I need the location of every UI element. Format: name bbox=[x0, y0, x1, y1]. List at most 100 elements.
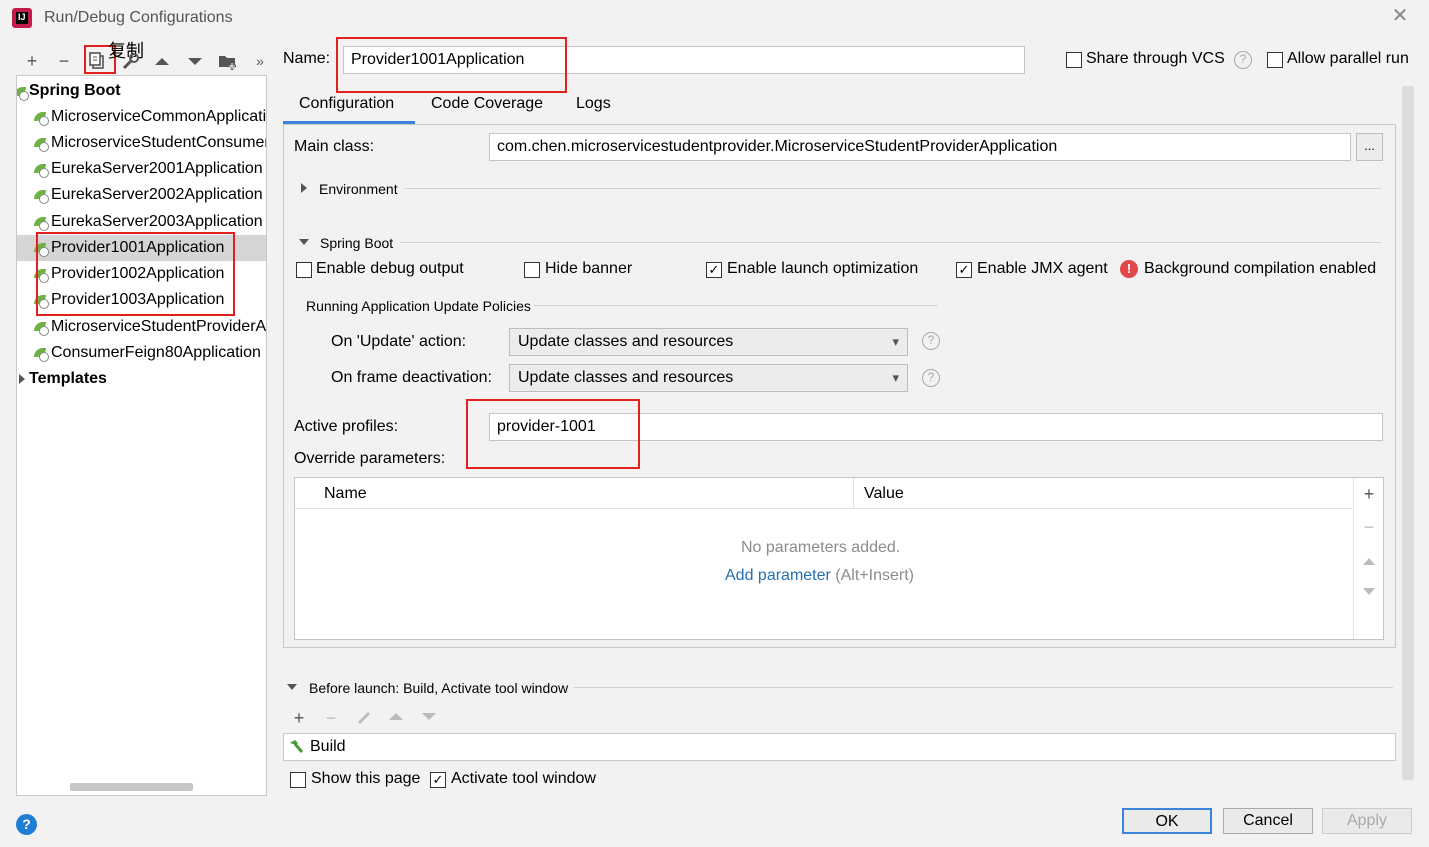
main-class-label: Main class: bbox=[294, 138, 375, 155]
column-divider bbox=[853, 478, 854, 508]
minus-icon[interactable]: − bbox=[53, 50, 75, 72]
folder-add-icon[interactable] bbox=[217, 50, 239, 72]
intellij-app-icon: IJ bbox=[12, 8, 32, 28]
on-update-select[interactable]: Update classes and resources ▾ bbox=[509, 328, 908, 356]
help-button[interactable]: ? bbox=[16, 814, 37, 835]
tree-group-spring-boot[interactable]: Spring Boot bbox=[17, 78, 266, 104]
edit-task-icon[interactable] bbox=[353, 707, 375, 729]
remove-row-icon[interactable]: − bbox=[1354, 513, 1384, 541]
divider bbox=[400, 242, 1381, 243]
build-task[interactable]: Build bbox=[310, 738, 346, 756]
jmx-agent-checkbox[interactable]: ✓ bbox=[956, 262, 972, 278]
background-compilation-label: Background compilation enabled bbox=[1144, 260, 1377, 277]
add-task-icon[interactable]: + bbox=[288, 707, 310, 729]
add-row-icon[interactable]: + bbox=[1354, 480, 1384, 508]
spring-boot-icon bbox=[17, 85, 29, 101]
move-up-icon[interactable] bbox=[1354, 546, 1384, 574]
override-parameters-table[interactable]: Name Value No parameters added. Add para… bbox=[294, 477, 1384, 640]
table-side-toolbar: + − bbox=[1353, 478, 1383, 639]
divider bbox=[404, 188, 1381, 189]
close-icon[interactable]: ✕ bbox=[1390, 6, 1410, 26]
no-parameters-text: No parameters added. bbox=[741, 539, 901, 556]
tab-code-coverage[interactable]: Code Coverage bbox=[431, 92, 543, 124]
active-profiles-highlight-box bbox=[466, 399, 640, 469]
on-frame-select[interactable]: Update classes and resources ▾ bbox=[509, 364, 908, 392]
tree-item[interactable]: EurekaServer2001Application bbox=[17, 156, 266, 182]
providers-highlight-box bbox=[36, 232, 235, 316]
tab-logs[interactable]: Logs bbox=[576, 92, 611, 124]
policies-section-label: Running Application Update Policies bbox=[306, 298, 531, 314]
on-frame-label: On frame deactivation: bbox=[331, 369, 492, 386]
move-down-icon[interactable] bbox=[1354, 577, 1384, 605]
ok-button[interactable]: OK bbox=[1122, 808, 1212, 834]
spring-boot-icon bbox=[33, 136, 49, 152]
allow-parallel-checkbox[interactable] bbox=[1267, 52, 1283, 68]
plus-icon[interactable]: + bbox=[21, 50, 43, 72]
wrench-icon[interactable] bbox=[120, 50, 142, 72]
window-title: Run/Debug Configurations bbox=[44, 9, 233, 26]
tree-horizontal-scrollbar[interactable] bbox=[70, 783, 193, 791]
task-up-icon[interactable] bbox=[385, 707, 407, 729]
on-update-label: On 'Update' action: bbox=[331, 333, 467, 350]
active-profiles-label: Active profiles: bbox=[294, 418, 399, 435]
apply-button[interactable]: Apply bbox=[1322, 808, 1412, 834]
spring-boot-icon bbox=[33, 320, 49, 336]
tree-item[interactable]: MicroserviceStudentConsumerApplication bbox=[17, 130, 266, 156]
tree-item[interactable]: MicroserviceStudentProviderApplication bbox=[17, 314, 266, 340]
share-vcs-checkbox[interactable] bbox=[1066, 52, 1082, 68]
tab-configuration[interactable]: Configuration bbox=[299, 92, 394, 124]
activate-tool-window-label: Activate tool window bbox=[451, 770, 596, 787]
chevron-down-icon: ▾ bbox=[892, 370, 899, 385]
task-down-icon[interactable] bbox=[418, 707, 440, 729]
chevron-down-icon: ▾ bbox=[892, 334, 899, 349]
vertical-scrollbar[interactable] bbox=[1402, 86, 1414, 780]
hide-banner-label: Hide banner bbox=[545, 260, 633, 277]
environment-expand-icon[interactable] bbox=[301, 183, 307, 193]
remove-task-icon[interactable]: − bbox=[320, 707, 342, 729]
enable-debug-checkbox[interactable] bbox=[296, 262, 312, 278]
browse-main-class-button[interactable]: ... bbox=[1356, 133, 1383, 161]
environment-section-label[interactable]: Environment bbox=[319, 181, 398, 197]
show-page-label: Show this page bbox=[311, 770, 421, 787]
arrow-up-icon[interactable] bbox=[151, 50, 173, 72]
launch-optimization-checkbox[interactable]: ✓ bbox=[706, 262, 722, 278]
add-parameter-row: Add parameter (Alt+Insert) bbox=[725, 567, 914, 585]
name-label: Name: bbox=[283, 50, 331, 67]
main-class-input[interactable]: com.chen.microservicestudentprovider.Mic… bbox=[489, 133, 1351, 161]
help-icon[interactable]: ? bbox=[1234, 51, 1252, 69]
hide-banner-checkbox[interactable] bbox=[524, 262, 540, 278]
expand-arrow-icon[interactable] bbox=[19, 374, 25, 384]
show-page-checkbox[interactable] bbox=[290, 772, 306, 788]
activate-tool-window-checkbox[interactable]: ✓ bbox=[430, 772, 446, 788]
column-name-header[interactable]: Name bbox=[324, 485, 367, 503]
tree-item[interactable]: ConsumerFeign80Application bbox=[17, 340, 266, 366]
spring-boot-icon bbox=[33, 162, 49, 178]
spring-boot-collapse-icon[interactable] bbox=[299, 239, 309, 245]
spring-boot-section-label[interactable]: Spring Boot bbox=[320, 235, 393, 251]
divider bbox=[534, 305, 938, 306]
column-value-header[interactable]: Value bbox=[864, 485, 904, 503]
tree-item[interactable]: MicroserviceCommonApplication bbox=[17, 104, 266, 130]
share-vcs-label: Share through VCS bbox=[1086, 50, 1225, 67]
allow-parallel-label: Allow parallel run bbox=[1287, 50, 1409, 67]
tree-item[interactable]: EurekaServer2002Application bbox=[17, 182, 266, 208]
more-icon[interactable]: » bbox=[249, 50, 271, 72]
tree-group-templates[interactable]: Templates bbox=[17, 366, 266, 392]
error-icon: ! bbox=[1120, 260, 1138, 278]
before-launch-collapse-icon[interactable] bbox=[287, 684, 297, 690]
name-highlight-box bbox=[336, 37, 567, 93]
help-icon[interactable]: ? bbox=[922, 332, 940, 350]
cancel-button[interactable]: Cancel bbox=[1223, 808, 1313, 834]
spring-boot-icon bbox=[33, 188, 49, 204]
before-launch-label[interactable]: Before launch: Build, Activate tool wind… bbox=[309, 680, 568, 696]
arrow-down-icon[interactable] bbox=[184, 50, 206, 72]
add-parameter-link[interactable]: Add parameter bbox=[725, 567, 831, 584]
before-launch-task-list[interactable]: Build bbox=[283, 733, 1396, 761]
jmx-agent-label: Enable JMX agent bbox=[977, 260, 1108, 277]
help-icon[interactable]: ? bbox=[922, 369, 940, 387]
launch-optimization-label: Enable launch optimization bbox=[727, 260, 919, 277]
spring-boot-icon bbox=[33, 215, 49, 231]
configuration-tree[interactable]: Spring Boot MicroserviceCommonApplicatio… bbox=[16, 75, 267, 796]
spring-boot-icon bbox=[33, 346, 49, 362]
table-header: Name Value bbox=[295, 478, 1353, 509]
